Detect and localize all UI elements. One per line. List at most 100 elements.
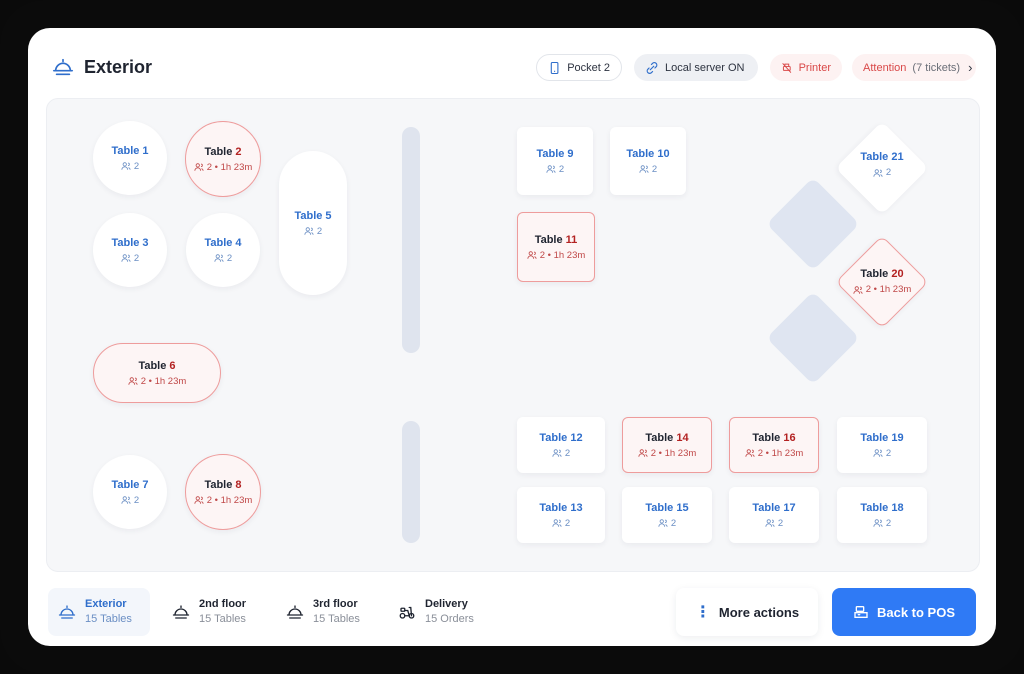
table-label: Table 18: [860, 501, 904, 514]
table-7[interactable]: Table 7 2: [93, 455, 167, 529]
users-icon: [765, 519, 775, 527]
table-16[interactable]: Table 16 2 • 1h 23m: [729, 417, 819, 473]
table-guests: 2: [873, 167, 891, 178]
table-8[interactable]: Table 8 2 • 1h 23m: [185, 454, 261, 530]
tab-sub: 15 Tables: [85, 613, 132, 625]
users-icon: [121, 254, 131, 262]
table-label: Table 17: [752, 501, 796, 514]
table-13[interactable]: Table 13 2: [517, 487, 605, 543]
more-actions-label: More actions: [718, 604, 800, 620]
users-icon: [214, 254, 224, 262]
table-5[interactable]: Table 5 2: [279, 151, 347, 295]
scooter-icon: [399, 606, 415, 619]
users-icon: [546, 165, 556, 173]
table-3[interactable]: Table 3 2: [93, 213, 167, 287]
pocket-label: Pocket 2: [567, 61, 610, 74]
table-15[interactable]: Table 15 2: [622, 487, 712, 543]
users-icon: [638, 449, 648, 457]
diamond-decor-bottom: [766, 291, 860, 385]
cloche-icon: [172, 605, 190, 619]
table-9[interactable]: Table 9 2: [517, 127, 593, 195]
tab-exterior[interactable]: Exterior 15 Tables: [48, 588, 150, 636]
table-guests: 2: [873, 448, 891, 459]
table-label: Table 20: [860, 268, 904, 280]
users-icon: [121, 162, 131, 170]
attention-count: (7 tickets): [912, 61, 961, 74]
table-label: Table 9: [536, 147, 574, 160]
table-12[interactable]: Table 12 2: [517, 417, 605, 473]
server-label: Local server ON: [665, 61, 745, 74]
chevron-right-icon: ›: [968, 60, 973, 75]
tab-3rd-floor[interactable]: 3rd floor 15 Tables: [276, 588, 378, 636]
tab-sub: 15 Tables: [313, 613, 360, 625]
table-guests: 2 • 1h 23m: [638, 448, 696, 459]
table-21-label: Table 21 2: [832, 151, 932, 178]
cloche-icon: [58, 605, 76, 619]
tab-label: 2nd floor: [199, 598, 247, 610]
table-11[interactable]: Table 11 2 • 1h 23m: [517, 212, 595, 282]
table-1[interactable]: Table 1 2: [93, 121, 167, 195]
back-to-pos-label: Back to POS: [876, 604, 956, 620]
device-frame: Exterior Pocket 2 Local server ON Printe…: [0, 0, 1024, 674]
table-guests: 2 • 1h 23m: [194, 495, 252, 506]
table-label: Table 21: [860, 151, 904, 163]
table-19[interactable]: Table 19 2: [837, 417, 927, 473]
pocket-device-pill[interactable]: Pocket 2: [536, 54, 622, 81]
table-label: Table 15: [645, 501, 689, 514]
cloche-icon: [286, 605, 304, 619]
tab-2nd-floor[interactable]: 2nd floor 15 Tables: [162, 588, 264, 636]
printer-off-icon: [782, 62, 792, 73]
printer-pill[interactable]: Printer: [770, 54, 842, 81]
table-guests: 2: [765, 518, 783, 529]
table-14[interactable]: Table 14 2 • 1h 23m: [622, 417, 712, 473]
back-to-pos-button[interactable]: Back to POS: [832, 588, 976, 636]
users-icon: [527, 251, 537, 259]
users-icon: [745, 449, 755, 457]
users-icon: [853, 285, 863, 294]
page-header: Exterior: [52, 56, 152, 78]
users-icon: [658, 519, 668, 527]
table-label: Table 2: [204, 145, 242, 158]
table-2[interactable]: Table 2 2 • 1h 23m: [185, 121, 261, 197]
table-label: Table 4: [204, 236, 242, 249]
table-17[interactable]: Table 17 2: [729, 487, 819, 543]
users-icon: [304, 227, 314, 235]
tab-label: Exterior: [85, 598, 127, 610]
table-guests: 2: [121, 495, 139, 506]
table-label: Table 12: [539, 431, 583, 444]
table-label: Table 5: [294, 209, 332, 222]
diamond-decor-top: [766, 177, 860, 271]
more-actions-button[interactable]: ⋮ More actions: [676, 588, 818, 636]
table-18[interactable]: Table 18 2: [837, 487, 927, 543]
table-10[interactable]: Table 10 2: [610, 127, 686, 195]
cloche-icon: [53, 58, 73, 76]
table-guests: 2: [121, 253, 139, 264]
table-label: Table 8: [204, 478, 242, 491]
attention-pill[interactable]: Attention (7 tickets) ›: [852, 54, 976, 81]
floor-plan: Table 1 2 Table 2 2 • 1h 23m Table 3 2 T…: [46, 98, 980, 572]
table-label: Table 19: [860, 431, 904, 444]
local-server-pill[interactable]: Local server ON: [634, 54, 758, 81]
table-label: Table 7: [111, 478, 149, 491]
table-6[interactable]: Table 6 2 • 1h 23m: [93, 343, 221, 403]
users-icon: [873, 168, 883, 177]
users-icon: [873, 519, 883, 527]
table-label: Table 3: [111, 236, 149, 249]
table-guests: 2 • 1h 23m: [527, 250, 585, 261]
table-label: Table 6: [138, 359, 176, 372]
table-guests: 2 • 1h 23m: [194, 162, 252, 173]
table-label: Table 11: [534, 233, 578, 246]
table-label: Table 10: [626, 147, 670, 160]
users-icon: [552, 449, 562, 457]
users-icon: [639, 165, 649, 173]
users-icon: [194, 163, 204, 171]
table-label: Table 1: [111, 144, 149, 157]
tab-delivery[interactable]: Delivery 15 Orders: [388, 588, 500, 636]
table-4[interactable]: Table 4 2: [186, 213, 260, 287]
tab-label: Delivery: [425, 598, 468, 610]
printer-label: Printer: [798, 61, 831, 74]
users-icon: [121, 496, 131, 504]
page-title: Exterior: [84, 56, 153, 77]
table-guests: 2: [552, 448, 570, 459]
table-guests: 2: [546, 164, 564, 175]
